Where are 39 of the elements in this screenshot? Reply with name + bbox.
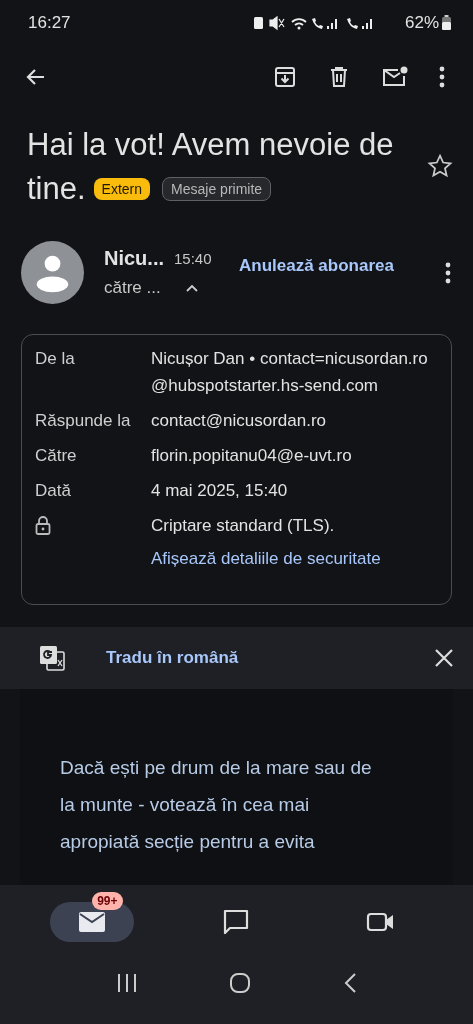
close-icon[interactable] — [434, 648, 454, 668]
detail-value: 4 mai 2025, 15:40 — [151, 480, 289, 502]
recipient-text: către ... — [104, 278, 161, 298]
mark-unread-icon[interactable] — [381, 65, 409, 89]
lock-icon — [35, 516, 51, 536]
back-icon[interactable] — [343, 971, 358, 994]
chevron-icon[interactable] — [184, 283, 199, 293]
star-icon[interactable] — [427, 153, 453, 179]
label-chip: Mesaje primite — [162, 177, 272, 201]
translate-icon[interactable] — [38, 644, 66, 672]
detail-label: Răspunde la — [35, 411, 131, 430]
battery-percent: 62% — [404, 12, 439, 33]
avatar-icon — [21, 241, 84, 304]
more-icon[interactable] — [445, 261, 451, 284]
home-icon[interactable] — [229, 971, 252, 994]
unread-badge: 99+ — [92, 892, 123, 910]
recents-icon[interactable] — [115, 972, 138, 993]
battery-icon — [442, 15, 451, 30]
detail-label: Către — [35, 446, 77, 465]
detail-value: contact@nicusordan.ro — [151, 410, 328, 432]
sender-name: Nicu... — [104, 247, 164, 270]
detail-label: De la — [35, 349, 75, 368]
sent-time: 15:40 — [174, 250, 212, 267]
detail-label: Dată — [35, 481, 71, 500]
detail-value: Criptare standard (TLS). — [151, 515, 336, 537]
archive-icon[interactable] — [273, 65, 297, 89]
mail-icon — [78, 911, 107, 933]
detail-value: Nicușor Dan • contact=nicusordan.ro@hubspotstarter.hs-send.com — [151, 348, 429, 397]
email-subject: Hai la vot! Avem nevoie de — [27, 126, 394, 164]
chat-icon — [222, 908, 251, 936]
status-time: 16:27 — [28, 12, 71, 33]
video-camera-icon — [365, 910, 396, 934]
more-icon[interactable] — [439, 66, 445, 88]
security-details-link[interactable]: Afișează detaliile de securitate — [151, 545, 429, 572]
email-subject: tine. — [27, 170, 86, 208]
email-body-text: Dacă ești pe drum de la mare sau de la munte - votează în cea mai apropiată secție pentru a evita — [60, 756, 373, 854]
unsubscribe-link[interactable]: Anulează abonarea — [239, 255, 425, 276]
detail-value: florin.popitanu04@e-uvt.ro — [151, 445, 353, 467]
label-chip: Extern — [93, 178, 151, 200]
